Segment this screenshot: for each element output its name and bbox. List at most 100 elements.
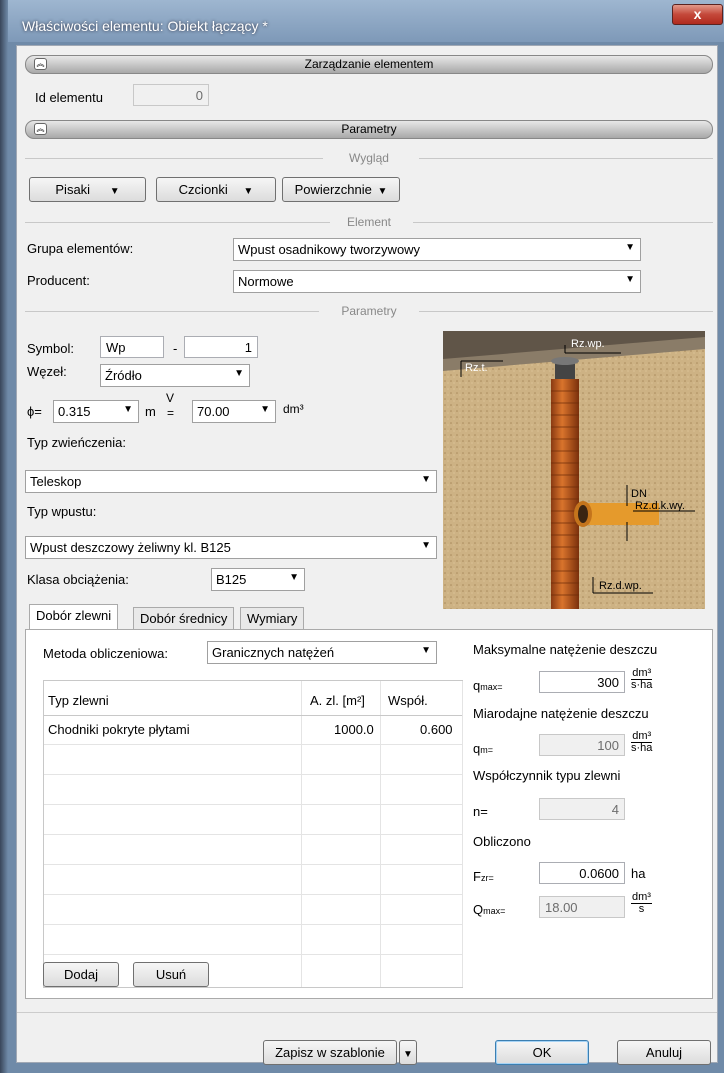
surfaces-label: Powierzchnie	[294, 182, 372, 197]
Qmax-label: Qmax=	[473, 902, 506, 917]
save-template-menu-button[interactable]: ▼	[399, 1040, 417, 1065]
load-class-label: Klasa obciążenia:	[27, 572, 129, 587]
chevron-down-icon: ▼	[403, 1049, 413, 1060]
cell-type: Chodniki pokryte płytami	[48, 722, 190, 737]
col-header-area[interactable]: A. zl. [m²]	[310, 693, 365, 708]
chevron-down-icon: ▼	[625, 242, 635, 253]
shaft-pipe	[551, 379, 579, 609]
load-class-value: B125	[216, 572, 247, 587]
symbol-input[interactable]: Wp	[100, 336, 164, 358]
window-left-edge	[0, 0, 8, 1073]
catchment-coef-label: Współczynnik typu zlewni	[473, 768, 621, 783]
dialog-client: ︽ Zarządzanie elementem Id elementu 0 ︽ …	[16, 45, 718, 1065]
volume-label-bottom: =	[167, 406, 175, 420]
element-group-select[interactable]: Wpust osadnikowy tworzywowy ▼	[233, 238, 641, 261]
pens-dropdown-button[interactable]: Pisaki ▼	[29, 177, 146, 202]
tab-catchment[interactable]: Dobór zlewni	[29, 604, 119, 629]
top-type-select[interactable]: Teleskop ▼	[25, 470, 437, 493]
remove-button[interactable]: Usuń	[133, 962, 209, 987]
collapse-chevron-icon[interactable]: ︽	[34, 123, 47, 135]
diameter-select[interactable]: 0.315 ▼	[53, 400, 139, 423]
Qmax-unit: dm³ s	[631, 891, 652, 915]
group-params-title: Parametry	[341, 304, 397, 318]
rzwp-label: Rz.wp.	[571, 338, 605, 350]
inlet-type-select[interactable]: Wpust deszczowy żeliwny kl. B125 ▼	[25, 536, 437, 559]
section-parameters-header[interactable]: ︽ Parametry	[25, 120, 713, 139]
node-value: Źródło	[105, 368, 142, 383]
section-management-title: Zarządzanie elementem	[304, 57, 434, 71]
surfaces-dropdown-button[interactable]: Powierzchnie ▼	[282, 177, 400, 202]
method-select[interactable]: Granicznych natężeń ▼	[207, 641, 437, 664]
fonts-label: Czcionki	[178, 182, 228, 197]
symbol-label: Symbol:	[27, 341, 74, 356]
footer-divider	[17, 1012, 717, 1013]
inlet-diagram: Rz.t. Rz.wp. DN Rz.d.k.wy. Rz.d.wp.	[443, 331, 705, 609]
save-template-button[interactable]: Zapisz w szablonie	[263, 1040, 397, 1065]
fzr-input[interactable]: 0.0600	[539, 862, 625, 884]
volume-unit: dm³	[283, 402, 304, 416]
rzdwp-label: Rz.d.wp.	[599, 580, 642, 592]
window-title: Właściwości elementu: Obiekt łączący *	[22, 18, 268, 34]
section-management-header[interactable]: ︽ Zarządzanie elementem	[25, 55, 713, 74]
pens-label: Pisaki	[55, 182, 91, 197]
diameter-unit: m	[145, 404, 156, 419]
col-header-type[interactable]: Typ zlewni	[48, 693, 109, 708]
rzdkwy-label: Rz.d.k.wy.	[635, 500, 685, 512]
tab-dimensions[interactable]: Wymiary	[240, 607, 305, 629]
add-button[interactable]: Dodaj	[43, 962, 119, 987]
group-params: Parametry	[25, 304, 713, 318]
top-type-value: Teleskop	[30, 474, 82, 489]
Qmax-field: 18.00	[539, 896, 625, 918]
qm-field: 100	[539, 734, 625, 756]
fonts-dropdown-button[interactable]: Czcionki ▼	[156, 177, 276, 202]
load-class-select[interactable]: B125 ▼	[211, 568, 305, 591]
element-group-label: Grupa elementów:	[27, 241, 134, 256]
symbol-separator: -	[173, 341, 178, 356]
max-rain-label: Maksymalne natężenie deszczu	[473, 642, 658, 657]
chevron-down-icon: ▼	[377, 186, 388, 197]
tab-diameter[interactable]: Dobór średnicy	[133, 607, 235, 629]
catchment-table[interactable]: Typ zlewni A. zl. [m²] Współ. Chodniki p…	[43, 680, 463, 988]
fzr-label: Fzr=	[473, 869, 494, 884]
node-select[interactable]: Źródło ▼	[100, 364, 250, 387]
qmax-label: qmax=	[473, 678, 503, 693]
qm-unit: dm³ s·ha	[631, 730, 653, 754]
chevron-down-icon: ▼	[289, 572, 299, 583]
chevron-down-icon: ▼	[234, 368, 244, 379]
chevron-down-icon: ▼	[260, 404, 270, 415]
collapse-chevron-icon[interactable]: ︽	[34, 58, 47, 70]
inlet-type-value: Wpust deszczowy żeliwny kl. B125	[30, 540, 231, 555]
volume-value: 70.00	[197, 404, 230, 419]
close-button[interactable]: x	[672, 4, 723, 25]
group-element: Element	[25, 215, 713, 229]
chevron-down-icon: ▼	[123, 404, 133, 415]
node-label: Węzeł:	[27, 364, 67, 379]
group-appearance: Wygląd	[25, 151, 713, 165]
cancel-button[interactable]: Anuluj	[617, 1040, 711, 1065]
group-appearance-title: Wygląd	[349, 151, 389, 165]
qmax-input[interactable]: 300	[539, 671, 625, 693]
id-element-field[interactable]: 0	[133, 84, 209, 106]
chevron-down-icon: ▼	[243, 186, 254, 197]
top-type-label: Typ zwieńczenia:	[27, 435, 126, 450]
id-element-label: Id elementu	[35, 90, 103, 105]
producer-select[interactable]: Normowe ▼	[233, 270, 641, 293]
method-value: Granicznych natężeń	[212, 645, 335, 660]
chevron-down-icon: ▼	[625, 274, 635, 285]
volume-label-top: V	[166, 391, 175, 405]
fzr-unit: ha	[631, 866, 646, 881]
cell-area: 1000.0	[334, 722, 374, 737]
group-element-title: Element	[346, 215, 392, 229]
symbol-number-input[interactable]: 1	[184, 336, 258, 358]
n-field: 4	[539, 798, 625, 820]
chevron-down-icon: ▼	[421, 474, 431, 485]
inlet-type-label: Typ wpustu:	[27, 504, 97, 519]
title-bar[interactable]: Właściwości elementu: Obiekt łączący * x	[8, 0, 724, 42]
phi-label: ϕ=	[27, 404, 42, 419]
ok-button[interactable]: OK	[495, 1040, 589, 1065]
col-header-coef[interactable]: Współ.	[388, 693, 428, 708]
diameter-value: 0.315	[58, 404, 91, 419]
volume-select[interactable]: 70.00 ▼	[192, 400, 276, 423]
chevron-down-icon: ▼	[109, 186, 120, 197]
qm-label: qm=	[473, 741, 493, 756]
